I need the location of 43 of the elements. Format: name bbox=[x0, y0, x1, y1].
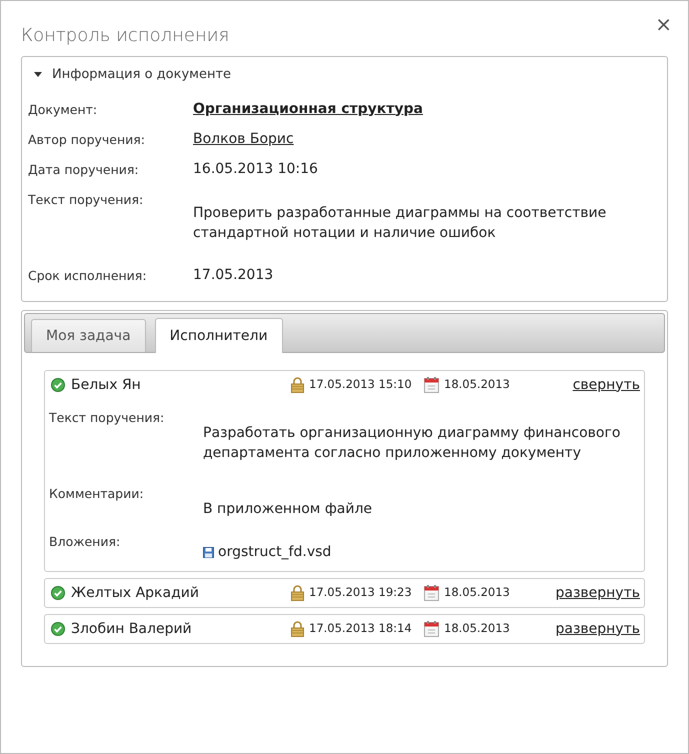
author-link[interactable]: Волков Борис bbox=[193, 128, 294, 150]
check-icon bbox=[51, 586, 65, 600]
field-value: Разработать организационную диаграмму финансового департамента согласно приложенному документу bbox=[203, 424, 622, 463]
dialog-title: Контроль исполнения bbox=[21, 24, 230, 48]
expand-link[interactable]: развернуть bbox=[555, 618, 640, 640]
field-value: 17.05.2013 bbox=[193, 266, 274, 284]
close-button[interactable]: × bbox=[655, 14, 672, 34]
start-date: 17.05.2013 15:10 bbox=[309, 376, 413, 394]
field-label: Документ: bbox=[28, 100, 98, 119]
field-label: Вложения: bbox=[49, 533, 122, 551]
field-value: 16.05.2013 10:16 bbox=[193, 160, 318, 178]
collapse-link[interactable]: свернуть bbox=[572, 374, 640, 396]
field-value: В приложенном файле bbox=[203, 500, 374, 519]
calendar-icon bbox=[424, 377, 439, 393]
due-date: 18.05.2013 bbox=[444, 376, 510, 394]
due-date: 18.05.2013 bbox=[444, 584, 510, 602]
check-icon bbox=[51, 378, 65, 392]
section-toggle[interactable]: Информация о документе bbox=[34, 65, 232, 84]
field-label: Текст поручения: bbox=[49, 409, 166, 427]
executor-name: Желтых Аркадий bbox=[71, 584, 200, 602]
tab[interactable]: Исполнители bbox=[154, 318, 283, 353]
attachment-link[interactable]: orgstruct_fd.vsd bbox=[218, 542, 332, 563]
document-link[interactable]: Организационная структура bbox=[193, 98, 423, 120]
calendar-icon bbox=[424, 585, 439, 601]
start-date: 17.05.2013 18:14 bbox=[309, 620, 413, 638]
field-label: Дата поручения: bbox=[28, 160, 140, 179]
start-date: 17.05.2013 19:23 bbox=[309, 584, 413, 602]
field-label: Текст поручения: bbox=[28, 190, 144, 209]
due-date: 18.05.2013 bbox=[444, 620, 510, 638]
tab[interactable]: Моя задача bbox=[31, 319, 146, 352]
lock-icon bbox=[291, 377, 304, 393]
expand-link[interactable]: развернуть bbox=[555, 582, 640, 604]
lock-icon bbox=[291, 585, 304, 601]
field-label: Комментарии: bbox=[49, 485, 145, 503]
field-value: Проверить разработанные диаграммы на соответствие стандартной нотации и наличие ошибок bbox=[193, 204, 608, 242]
field-label: Автор поручения: bbox=[28, 130, 146, 149]
lock-icon bbox=[291, 621, 304, 637]
executor-name: Белых Ян bbox=[71, 376, 142, 394]
executor-name: Злобин Валерий bbox=[71, 620, 193, 638]
check-icon bbox=[51, 622, 65, 636]
field-label: Срок исполнения: bbox=[28, 266, 148, 285]
calendar-icon bbox=[424, 621, 439, 637]
expand-triangle-icon bbox=[34, 72, 42, 78]
